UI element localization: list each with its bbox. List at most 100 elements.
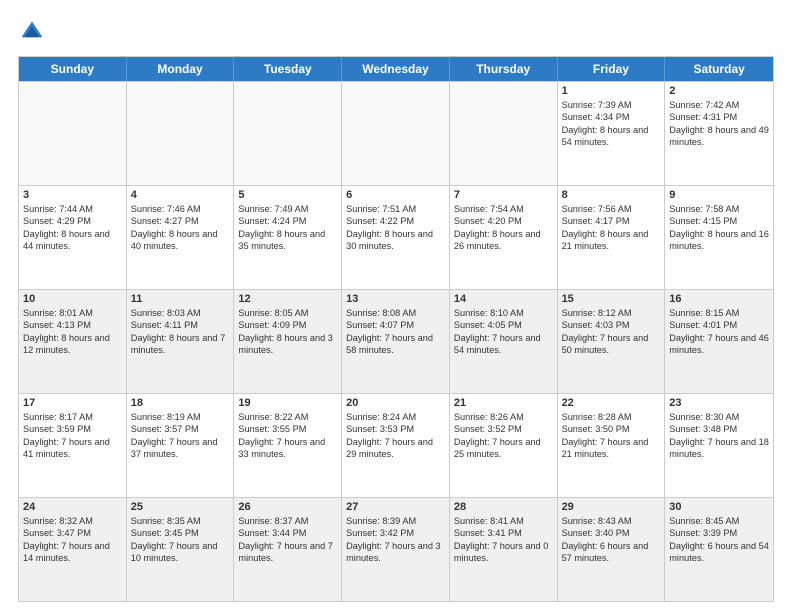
header-day-tuesday: Tuesday <box>234 57 342 81</box>
cal-cell-30: 30 Sunrise: 8:45 AM Sunset: 3:39 PM Dayli… <box>665 498 773 601</box>
day-info: Sunrise: 8:37 AM Sunset: 3:44 PM Dayligh… <box>238 515 337 565</box>
cal-cell-1: 1Sunrise: 7:39 AM Sunset: 4:34 PM Daylig… <box>558 82 666 185</box>
day-info: Sunrise: 8:15 AM Sunset: 4:01 PM Dayligh… <box>669 307 769 357</box>
header-day-friday: Friday <box>558 57 666 81</box>
header-day-saturday: Saturday <box>665 57 773 81</box>
day-info: Sunrise: 8:26 AM Sunset: 3:52 PM Dayligh… <box>454 411 553 461</box>
day-number: 10 <box>23 293 122 305</box>
day-info: Sunrise: 8:12 AM Sunset: 4:03 PM Dayligh… <box>562 307 661 357</box>
calendar-header: SundayMondayTuesdayWednesdayThursdayFrid… <box>19 57 773 81</box>
day-info: Sunrise: 7:56 AM Sunset: 4:17 PM Dayligh… <box>562 203 661 253</box>
day-info: Sunrise: 7:49 AM Sunset: 4:24 PM Dayligh… <box>238 203 337 253</box>
cal-cell-29: 29 Sunrise: 8:43 AM Sunset: 3:40 PM Dayli… <box>558 498 666 601</box>
day-info: Sunrise: 8:28 AM Sunset: 3:50 PM Dayligh… <box>562 411 661 461</box>
cal-cell-25: 25 Sunrise: 8:35 AM Sunset: 3:45 PM Dayli… <box>127 498 235 601</box>
cal-cell-13: 13Sunrise: 8:08 AM Sunset: 4:07 PM Dayli… <box>342 290 450 393</box>
day-info: Sunrise: 8:01 AM Sunset: 4:13 PM Dayligh… <box>23 307 122 357</box>
calendar-row-2: 10 Sunrise: 8:01 AM Sunset: 4:13 PM Dayli… <box>19 289 773 393</box>
day-info: Sunrise: 8:39 AM Sunset: 3:42 PM Dayligh… <box>346 515 445 565</box>
day-number: 5 <box>238 189 337 201</box>
day-number: 12 <box>238 293 337 305</box>
cal-cell-28: 28 Sunrise: 8:41 AM Sunset: 3:41 PM Dayli… <box>450 498 558 601</box>
day-number: 16 <box>669 293 769 305</box>
cal-cell-empty-3 <box>342 82 450 185</box>
logo-icon <box>18 18 46 46</box>
cal-cell-10: 10 Sunrise: 8:01 AM Sunset: 4:13 PM Dayli… <box>19 290 127 393</box>
cal-cell-empty-4 <box>450 82 558 185</box>
cal-cell-12: 12 Sunrise: 8:05 AM Sunset: 4:09 PM Dayli… <box>234 290 342 393</box>
calendar-row-0: 1Sunrise: 7:39 AM Sunset: 4:34 PM Daylig… <box>19 81 773 185</box>
cal-cell-5: 5 Sunrise: 7:49 AM Sunset: 4:24 PM Daylig… <box>234 186 342 289</box>
day-info: Sunrise: 8:03 AM Sunset: 4:11 PM Dayligh… <box>131 307 230 357</box>
day-number: 1 <box>562 85 661 97</box>
day-number: 9 <box>669 189 769 201</box>
cal-cell-24: 24 Sunrise: 8:32 AM Sunset: 3:47 PM Dayli… <box>19 498 127 601</box>
day-info: Sunrise: 8:43 AM Sunset: 3:40 PM Dayligh… <box>562 515 661 565</box>
day-info: Sunrise: 7:46 AM Sunset: 4:27 PM Dayligh… <box>131 203 230 253</box>
cal-cell-20: 20 Sunrise: 8:24 AM Sunset: 3:53 PM Dayli… <box>342 394 450 497</box>
cal-cell-21: 21 Sunrise: 8:26 AM Sunset: 3:52 PM Dayli… <box>450 394 558 497</box>
day-number: 27 <box>346 501 445 513</box>
cal-cell-14: 14Sunrise: 8:10 AM Sunset: 4:05 PM Dayli… <box>450 290 558 393</box>
cal-cell-4: 4 Sunrise: 7:46 AM Sunset: 4:27 PM Daylig… <box>127 186 235 289</box>
cal-cell-6: 6 Sunrise: 7:51 AM Sunset: 4:22 PM Daylig… <box>342 186 450 289</box>
calendar-body: 1Sunrise: 7:39 AM Sunset: 4:34 PM Daylig… <box>19 81 773 601</box>
day-number: 22 <box>562 397 661 409</box>
day-number: 7 <box>454 189 553 201</box>
day-number: 14 <box>454 293 553 305</box>
cal-cell-26: 26Sunrise: 8:37 AM Sunset: 3:44 PM Dayli… <box>234 498 342 601</box>
day-info: Sunrise: 8:17 AM Sunset: 3:59 PM Dayligh… <box>23 411 122 461</box>
cal-cell-17: 17 Sunrise: 8:17 AM Sunset: 3:59 PM Dayli… <box>19 394 127 497</box>
header-day-monday: Monday <box>127 57 235 81</box>
day-info: Sunrise: 7:51 AM Sunset: 4:22 PM Dayligh… <box>346 203 445 253</box>
header-day-thursday: Thursday <box>450 57 558 81</box>
day-info: Sunrise: 8:35 AM Sunset: 3:45 PM Dayligh… <box>131 515 230 565</box>
day-number: 25 <box>131 501 230 513</box>
cal-cell-9: 9Sunrise: 7:58 AM Sunset: 4:15 PM Daylig… <box>665 186 773 289</box>
cal-cell-19: 19 Sunrise: 8:22 AM Sunset: 3:55 PM Dayli… <box>234 394 342 497</box>
cal-cell-11: 11 Sunrise: 8:03 AM Sunset: 4:11 PM Dayli… <box>127 290 235 393</box>
cal-cell-15: 15 Sunrise: 8:12 AM Sunset: 4:03 PM Dayli… <box>558 290 666 393</box>
calendar-row-3: 17 Sunrise: 8:17 AM Sunset: 3:59 PM Dayli… <box>19 393 773 497</box>
cal-cell-empty-2 <box>234 82 342 185</box>
cal-cell-empty-1 <box>127 82 235 185</box>
day-info: Sunrise: 8:24 AM Sunset: 3:53 PM Dayligh… <box>346 411 445 461</box>
cal-cell-7: 7 Sunrise: 7:54 AM Sunset: 4:20 PM Daylig… <box>450 186 558 289</box>
day-number: 30 <box>669 501 769 513</box>
cal-cell-empty-0 <box>19 82 127 185</box>
cal-cell-22: 22 Sunrise: 8:28 AM Sunset: 3:50 PM Dayli… <box>558 394 666 497</box>
day-info: Sunrise: 8:22 AM Sunset: 3:55 PM Dayligh… <box>238 411 337 461</box>
page: SundayMondayTuesdayWednesdayThursdayFrid… <box>0 0 792 612</box>
calendar: SundayMondayTuesdayWednesdayThursdayFrid… <box>18 56 774 602</box>
day-info: Sunrise: 8:19 AM Sunset: 3:57 PM Dayligh… <box>131 411 230 461</box>
day-info: Sunrise: 7:42 AM Sunset: 4:31 PM Dayligh… <box>669 99 769 149</box>
day-number: 15 <box>562 293 661 305</box>
day-number: 24 <box>23 501 122 513</box>
day-info: Sunrise: 8:05 AM Sunset: 4:09 PM Dayligh… <box>238 307 337 357</box>
day-number: 2 <box>669 85 769 97</box>
day-info: Sunrise: 8:45 AM Sunset: 3:39 PM Dayligh… <box>669 515 769 565</box>
day-info: Sunrise: 7:54 AM Sunset: 4:20 PM Dayligh… <box>454 203 553 253</box>
cal-cell-2: 2 Sunrise: 7:42 AM Sunset: 4:31 PM Daylig… <box>665 82 773 185</box>
day-info: Sunrise: 7:44 AM Sunset: 4:29 PM Dayligh… <box>23 203 122 253</box>
header <box>18 18 774 46</box>
day-number: 11 <box>131 293 230 305</box>
day-info: Sunrise: 8:32 AM Sunset: 3:47 PM Dayligh… <box>23 515 122 565</box>
day-number: 20 <box>346 397 445 409</box>
cal-cell-23: 23Sunrise: 8:30 AM Sunset: 3:48 PM Dayli… <box>665 394 773 497</box>
day-number: 28 <box>454 501 553 513</box>
day-number: 19 <box>238 397 337 409</box>
day-number: 4 <box>131 189 230 201</box>
cal-cell-18: 18Sunrise: 8:19 AM Sunset: 3:57 PM Dayli… <box>127 394 235 497</box>
header-day-sunday: Sunday <box>19 57 127 81</box>
cal-cell-3: 3 Sunrise: 7:44 AM Sunset: 4:29 PM Daylig… <box>19 186 127 289</box>
day-number: 29 <box>562 501 661 513</box>
day-number: 6 <box>346 189 445 201</box>
day-number: 17 <box>23 397 122 409</box>
day-number: 3 <box>23 189 122 201</box>
day-info: Sunrise: 8:41 AM Sunset: 3:41 PM Dayligh… <box>454 515 553 565</box>
day-number: 21 <box>454 397 553 409</box>
calendar-row-4: 24 Sunrise: 8:32 AM Sunset: 3:47 PM Dayli… <box>19 497 773 601</box>
cal-cell-8: 8Sunrise: 7:56 AM Sunset: 4:17 PM Daylig… <box>558 186 666 289</box>
day-info: Sunrise: 8:08 AM Sunset: 4:07 PM Dayligh… <box>346 307 445 357</box>
